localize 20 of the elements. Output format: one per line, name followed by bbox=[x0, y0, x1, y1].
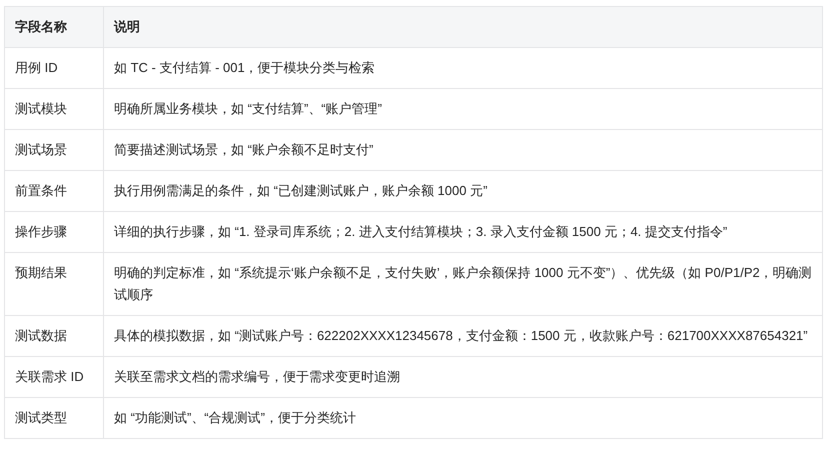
table-cell: 具体的模拟数据，如 “测试账户号：622202XXXX12345678，支付金额：1500 元，收款账户号：621700XXXX87654321” bbox=[104, 316, 822, 356]
table-cell: 用例 ID bbox=[4, 48, 104, 88]
table-cell: 如 “功能测试”、“合规测试”，便于分类统计 bbox=[104, 398, 822, 438]
table-cell: 简要描述测试场景，如 “账户余额不足时支付” bbox=[104, 130, 822, 170]
table-cell: 明确的判定标准，如 “系统提示‘账户余额不足，支付失败’，账户余额保持 1000 元不变”）、优先级（如 P0/P1/P2，明确测试顺序 bbox=[104, 252, 822, 316]
table-cell: 测试场景 bbox=[4, 130, 104, 170]
table-cell: 测试模块 bbox=[4, 88, 104, 130]
table-cell: 关联需求 ID bbox=[4, 356, 104, 398]
table-cell: 执行用例需满足的条件，如 “已创建测试账户，账户余额 1000 元” bbox=[104, 170, 822, 212]
table-cell: 详细的执行步骤，如 “1. 登录司库系统；2. 进入支付结算模块；3. 录入支付金额 1500 元；4. 提交支付指令” bbox=[104, 212, 822, 252]
table-cell: 前置条件 bbox=[4, 170, 104, 212]
table-cell: 操作步骤 bbox=[4, 212, 104, 252]
table-cell: 关联至需求文档的需求编号，便于需求变更时追溯 bbox=[104, 356, 822, 398]
table-cell: 明确所属业务模块，如 “支付结算”、“账户管理” bbox=[104, 88, 822, 130]
table-cell: 预期结果 bbox=[4, 252, 104, 316]
table-cell: 如 TC - 支付结算 - 001，便于模块分类与检索 bbox=[104, 48, 822, 88]
table-cell: 测试数据 bbox=[4, 316, 104, 356]
column-header: 字段名称 bbox=[4, 6, 104, 48]
table-cell: 测试类型 bbox=[4, 398, 104, 438]
column-header: 说明 bbox=[104, 6, 822, 48]
